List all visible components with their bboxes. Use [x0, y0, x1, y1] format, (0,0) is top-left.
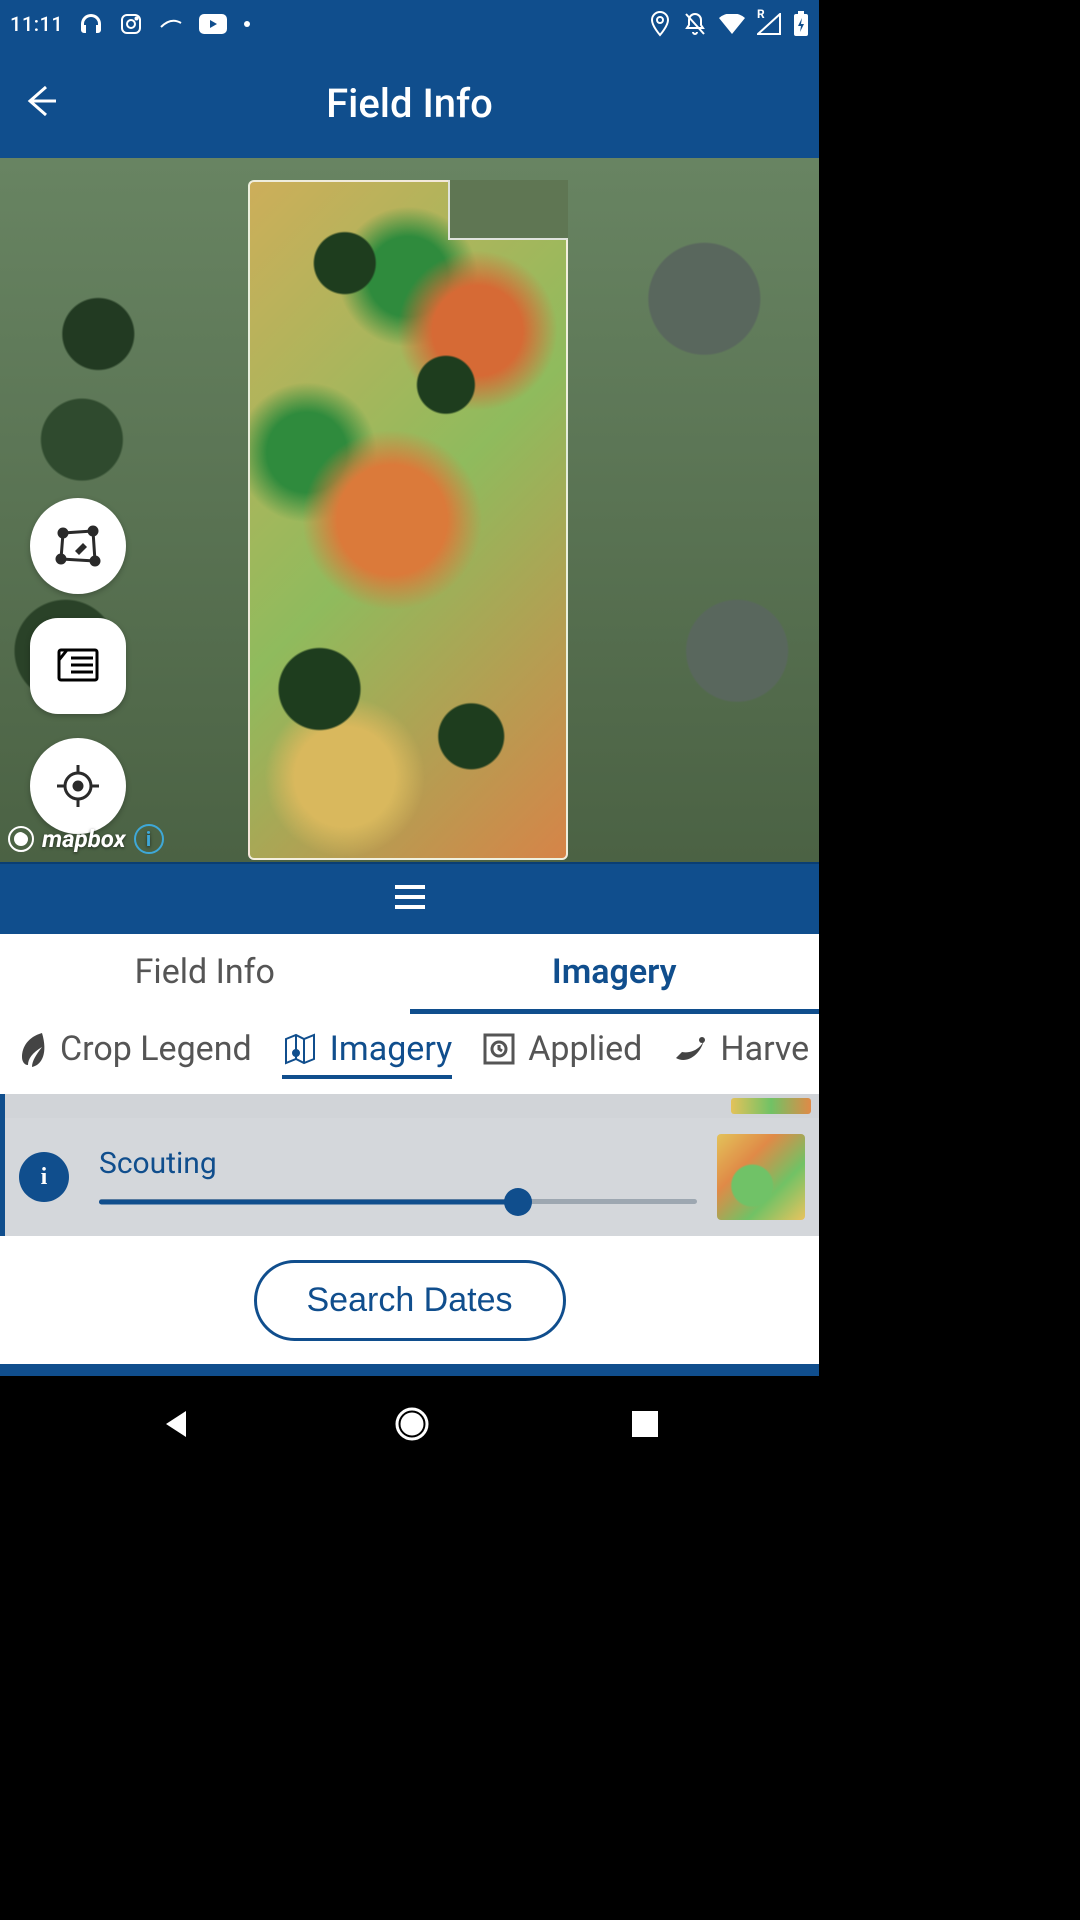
info-button[interactable]: i	[19, 1152, 69, 1202]
draw-polygon-button[interactable]	[30, 498, 126, 594]
locate-me-button[interactable]	[30, 738, 126, 834]
map-imagery-icon	[282, 1031, 318, 1067]
status-bar: 11:11 R	[0, 0, 819, 48]
map-info-button[interactable]: i	[134, 824, 164, 854]
nav-home-button[interactable]	[393, 1405, 431, 1447]
subtab-label: Crop Legend	[60, 1029, 252, 1069]
tab-imagery[interactable]: Imagery	[410, 934, 820, 1014]
imagery-thumbnail	[717, 1134, 805, 1220]
back-button[interactable]	[20, 81, 60, 125]
subtab-label: Imagery	[330, 1029, 453, 1069]
nav-back-button[interactable]	[160, 1407, 194, 1445]
wifi-icon	[719, 14, 745, 34]
imagery-panel: i Scouting	[0, 1094, 819, 1236]
map-attribution-text: mapbox	[42, 825, 126, 853]
battery-charging-icon	[793, 11, 809, 37]
subtab-imagery[interactable]: Imagery	[282, 1029, 453, 1079]
slider-knob[interactable]	[504, 1188, 532, 1216]
subtab-label: Applied	[528, 1029, 642, 1069]
imagery-title: Scouting	[99, 1146, 697, 1181]
android-nav-bar	[0, 1376, 819, 1476]
nav-recents-button[interactable]	[630, 1409, 660, 1443]
youtube-icon	[199, 14, 227, 34]
subtab-harvest[interactable]: Harve	[672, 1029, 809, 1079]
map-attribution: mapbox i	[8, 824, 164, 854]
signal-icon: R	[757, 13, 781, 35]
headphones-icon	[79, 12, 103, 36]
status-clock: 11:11	[10, 12, 63, 36]
page-title: Field Info	[326, 80, 493, 127]
search-dates-area: Search Dates	[0, 1236, 819, 1364]
swoosh-icon	[159, 17, 183, 31]
tab-field-info[interactable]: Field Info	[0, 934, 410, 1014]
subtab-label: Harve	[720, 1029, 809, 1069]
sub-tabs: Crop Legend Imagery Applied Harve	[0, 1014, 819, 1094]
field-outline-overlay	[248, 180, 568, 860]
leaf-icon	[18, 1031, 48, 1067]
main-tabs: Field Info Imagery	[0, 934, 819, 1014]
field-map[interactable]: mapbox i	[0, 158, 819, 862]
app-bar: Field Info	[0, 48, 819, 158]
instagram-icon	[119, 12, 143, 36]
footer-strip	[0, 1364, 819, 1376]
bell-off-icon	[683, 11, 707, 37]
mapbox-logo-icon	[8, 826, 34, 852]
subtab-crop-legend[interactable]: Crop Legend	[18, 1029, 252, 1079]
applied-box-icon	[482, 1032, 516, 1066]
field-notes-button[interactable]	[30, 618, 126, 714]
sickle-icon	[672, 1034, 708, 1064]
hamburger-icon	[393, 884, 427, 914]
slider-fill	[99, 1199, 518, 1204]
imagery-thumbnail-peek	[731, 1098, 811, 1114]
location-pin-icon	[649, 11, 671, 37]
imagery-slider[interactable]	[99, 1195, 697, 1209]
search-dates-button[interactable]: Search Dates	[254, 1260, 566, 1341]
panel-toggle-bar[interactable]	[0, 862, 819, 934]
subtab-applied[interactable]: Applied	[482, 1029, 642, 1079]
imagery-row-scouting[interactable]: i Scouting	[0, 1118, 819, 1236]
signal-r-badge: R	[757, 7, 765, 21]
dot-icon	[243, 20, 251, 28]
imagery-row-prev-peek[interactable]	[0, 1094, 819, 1118]
